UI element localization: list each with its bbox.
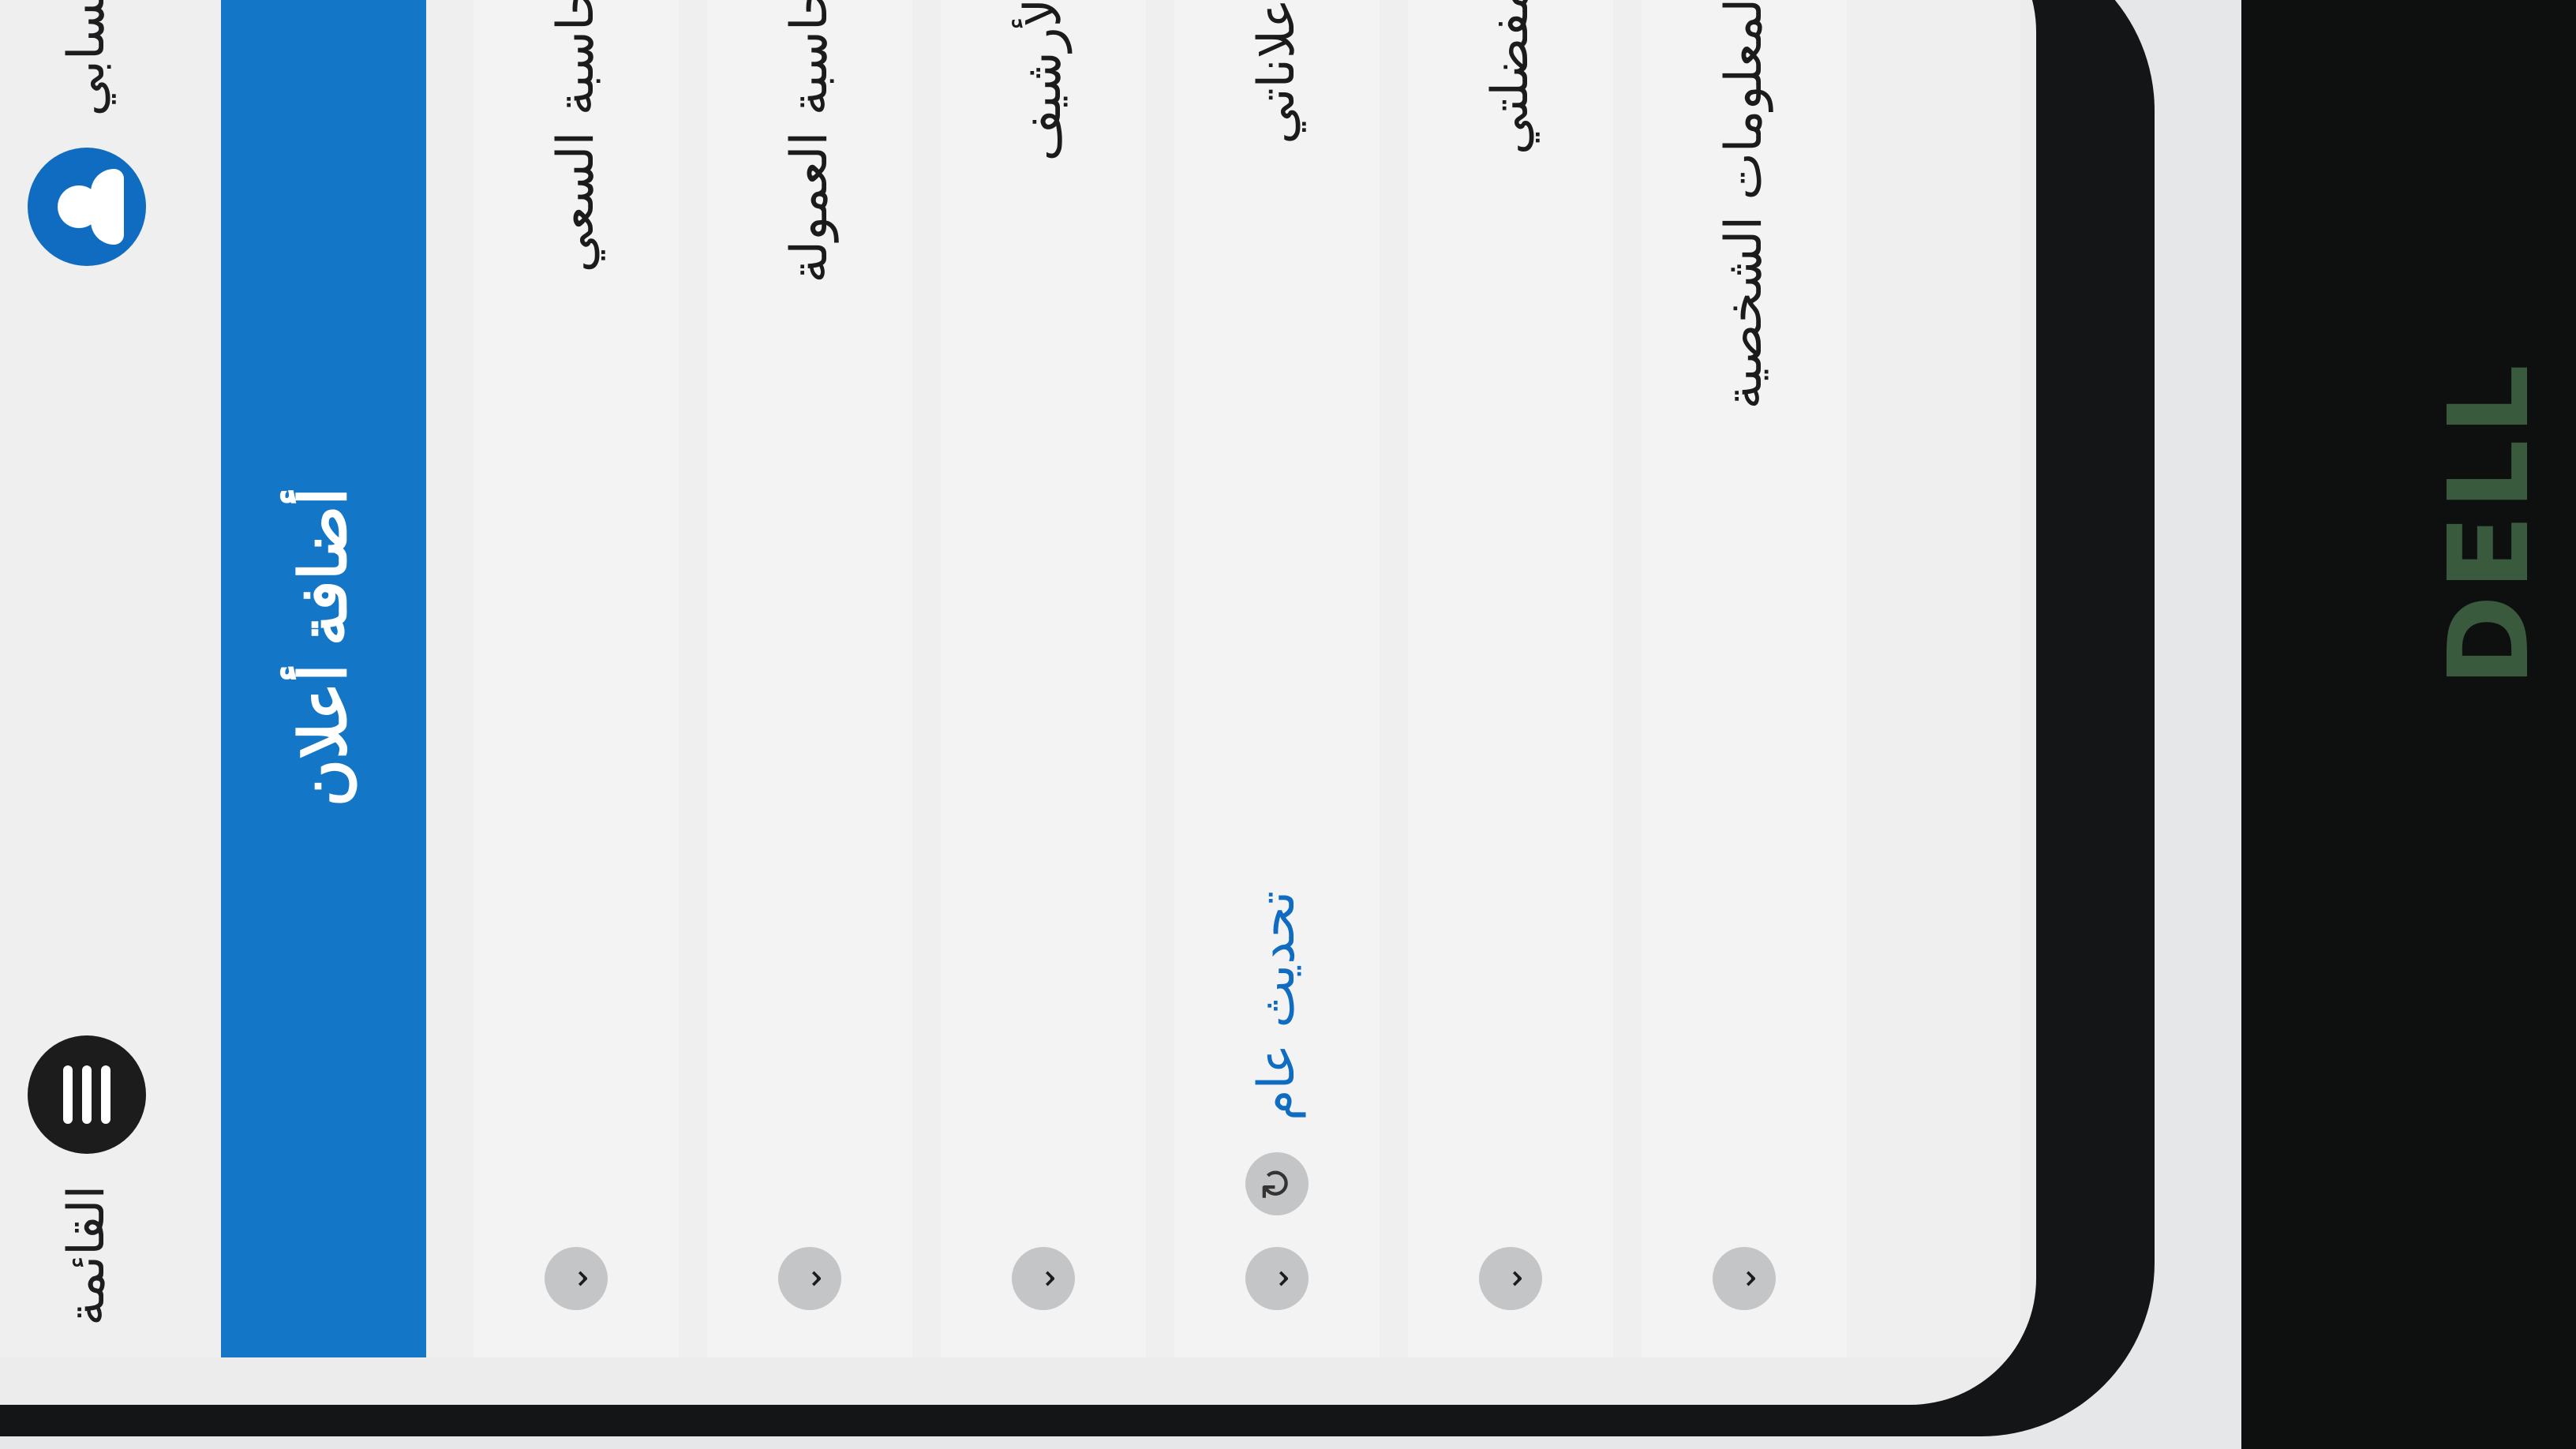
general-update-link[interactable]: تحديث عام — [1248, 891, 1306, 1121]
monitor-screen: حسابي القائمة أضافة أعلان حاسبة السعي ⌄ … — [0, 0, 2241, 1449]
account-icon — [28, 148, 146, 267]
my-listings-actions: تحديث عام ↻ ⌄ — [1245, 891, 1309, 1310]
phone-frame: حسابي القائمة أضافة أعلان حاسبة السعي ⌄ … — [0, 0, 2155, 1436]
chevron-down-icon: ⌄ — [1713, 1247, 1776, 1310]
menu-item-commission-calculator[interactable]: حاسبة العمولة ⌄ — [707, 0, 912, 1357]
menu-item-label: المعلومات الشخصية — [1715, 0, 1773, 410]
menu-item-my-listings[interactable]: أعلاناتي تحديث عام ↻ ⌄ — [1174, 0, 1380, 1357]
chevron-down-icon: ⌄ — [1479, 1247, 1542, 1310]
menu-item-label: مفضلتي — [1481, 0, 1540, 155]
menu-icon — [28, 1035, 146, 1154]
menu-item-personal-info[interactable]: المعلومات الشخصية ⌄ — [1642, 0, 1847, 1357]
menu-item-label: حاسبة السعي — [547, 0, 605, 273]
add-listing-button[interactable]: أضافة أعلان — [221, 0, 426, 1357]
account-label: حسابي — [58, 0, 116, 117]
chevron-down-icon: ⌄ — [1245, 1247, 1309, 1310]
menu-item-favorites[interactable]: مفضلتي ⌄ — [1408, 0, 1613, 1357]
phone-screen: حسابي القائمة أضافة أعلان حاسبة السعي ⌄ … — [0, 0, 2036, 1405]
menu-item-label: الأرشيف — [1014, 0, 1073, 162]
app-header: حسابي القائمة — [0, 0, 205, 1357]
app-viewport: حسابي القائمة أضافة أعلان حاسبة السعي ⌄ … — [0, 0, 2020, 1357]
menu-item-label: أعلاناتي — [1248, 0, 1306, 144]
refresh-icon[interactable]: ↻ — [1245, 1152, 1309, 1215]
chevron-down-icon: ⌄ — [545, 1247, 608, 1310]
dell-logo: DELL — [2425, 359, 2554, 687]
chevron-down-icon: ⌄ — [1012, 1247, 1075, 1310]
menu-item-archive[interactable]: الأرشيف ⌄ — [941, 0, 1146, 1357]
menu-list: حاسبة السعي ⌄ حاسبة العمولة ⌄ الأرشيف ⌄ … — [474, 0, 1875, 1357]
menu-item-price-calculator[interactable]: حاسبة السعي ⌄ — [474, 0, 679, 1357]
chevron-down-icon: ⌄ — [778, 1247, 841, 1310]
menu-item-label: حاسبة العمولة — [781, 0, 839, 283]
menu-label: القائمة — [58, 1185, 116, 1326]
account-button[interactable]: حسابي — [28, 0, 146, 267]
menu-button[interactable]: القائمة — [28, 1035, 146, 1326]
